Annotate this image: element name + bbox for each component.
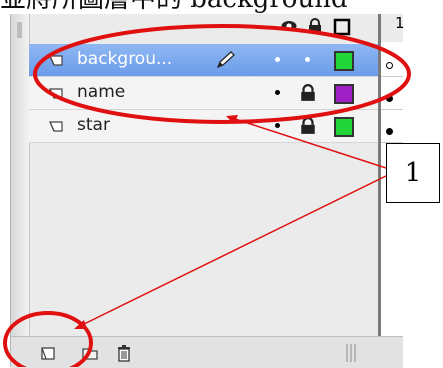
- annotation-overlay: [3, 24, 411, 367]
- callout-label: 1: [386, 143, 440, 203]
- highlight-ellipse-bottom: [3, 311, 93, 367]
- highlight-ellipse-top: [33, 24, 411, 124]
- arrow-line-bottom: [79, 175, 387, 327]
- arrow-line-top: [231, 117, 387, 169]
